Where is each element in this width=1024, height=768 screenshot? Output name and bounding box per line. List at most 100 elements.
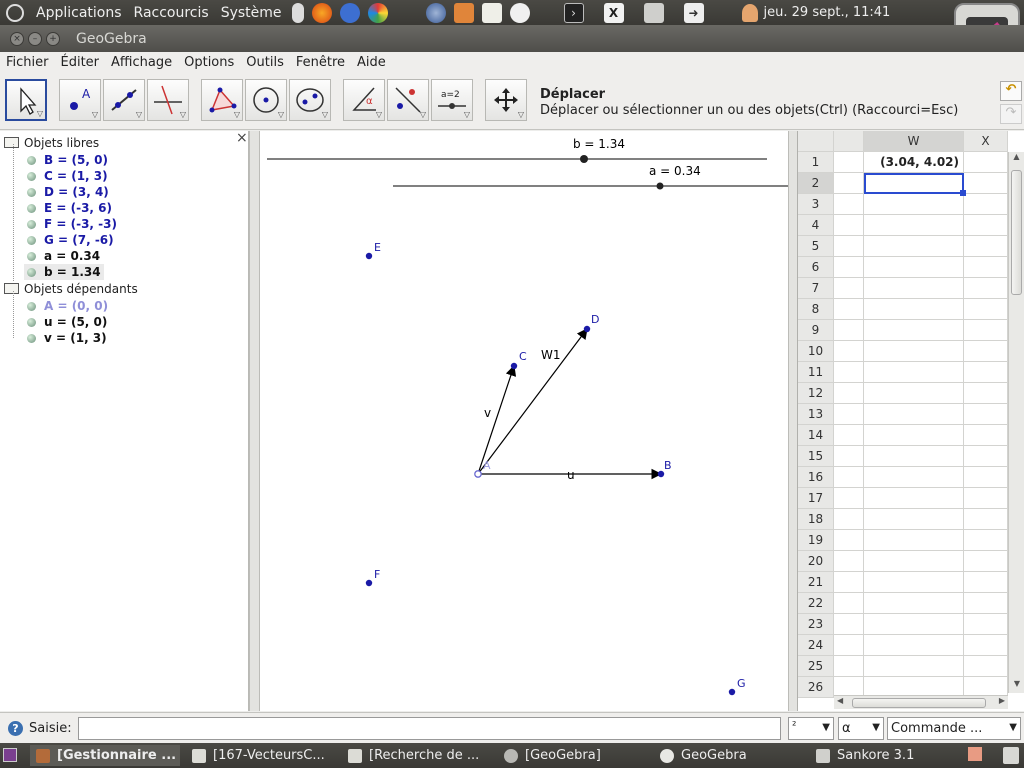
row-header[interactable]: 19 [798,530,834,551]
table-cell[interactable] [864,572,964,593]
table-cell[interactable] [964,404,1008,425]
table-cell[interactable] [964,236,1008,257]
visibility-icon[interactable] [27,220,36,229]
row-header[interactable]: 6 [798,257,834,278]
menu-raccourcis[interactable]: Raccourcis [128,5,215,21]
table-cell[interactable] [964,215,1008,236]
pinwheel-icon[interactable] [367,2,388,23]
tool-polygon[interactable]: ▽ [201,79,243,121]
column-header-v[interactable] [834,131,864,152]
table-cell[interactable] [864,278,964,299]
menu-systeme[interactable]: Système [215,5,288,21]
table-cell[interactable] [834,383,864,404]
table-cell[interactable] [834,509,864,530]
table-cell[interactable] [834,152,864,173]
menu-outils[interactable]: Outils [240,55,290,70]
table-cell[interactable] [834,173,864,194]
table-cell[interactable] [964,257,1008,278]
table-cell[interactable] [834,593,864,614]
table-cell[interactable] [864,488,964,509]
table-cell[interactable] [864,257,964,278]
minimize-window-icon[interactable]: – [28,31,42,46]
table-cell[interactable] [834,614,864,635]
firefox-icon[interactable] [311,2,332,23]
table-cell[interactable] [864,194,964,215]
table-cell[interactable] [834,257,864,278]
greek-select[interactable]: α ▼ [838,717,884,740]
table-cell[interactable] [964,614,1008,635]
table-cell[interactable] [834,530,864,551]
table-cell[interactable] [834,467,864,488]
tool-circle[interactable]: ▽ [245,79,287,121]
close-algebra-icon[interactable]: × [236,130,248,146]
ubuntu-logo-icon[interactable] [6,3,24,22]
command-select[interactable]: Commande ... ▼ [887,717,1021,740]
tool-move[interactable]: ▽ [5,79,47,121]
visibility-icon[interactable] [27,204,36,213]
close-window-icon[interactable]: × [10,31,24,46]
table-cell[interactable] [864,593,964,614]
algebra-item-F[interactable]: F = (-3, -3) [27,217,117,231]
table-cell[interactable] [834,551,864,572]
slider-b-handle[interactable] [580,155,588,163]
folder-free-objects[interactable]: Objets libres [4,136,99,150]
point-C[interactable] [510,362,518,370]
vertical-scrollbar[interactable]: ▲ ▼ [1008,152,1024,693]
visibility-icon[interactable] [27,236,36,245]
row-header[interactable]: 18 [798,509,834,530]
table-cell[interactable] [964,488,1008,509]
table-cell[interactable] [834,320,864,341]
menu-fenetre[interactable]: Fenêtre [290,55,351,70]
visibility-icon[interactable] [27,302,36,311]
scroll-left-icon[interactable]: ◀ [837,696,843,705]
row-header[interactable]: 5 [798,236,834,257]
table-cell[interactable] [964,173,1008,194]
table-cell[interactable] [964,425,1008,446]
algebra-item-G[interactable]: G = (7, -6) [27,233,114,247]
row-header[interactable]: 10 [798,341,834,362]
row-header[interactable]: 7 [798,278,834,299]
menu-aide[interactable]: Aide [351,55,392,70]
table-cell[interactable] [964,194,1008,215]
mouse-icon[interactable] [291,2,304,23]
task-vecteurs[interactable]: [167-VecteursC... [186,745,336,766]
row-header[interactable]: 14 [798,425,834,446]
send-icon[interactable]: ➜ [683,2,704,23]
table-cell[interactable] [834,635,864,656]
algebra-item-u[interactable]: u = (5, 0) [27,315,107,329]
menu-affichage[interactable]: Affichage [105,55,178,70]
menu-fichier[interactable]: Fichier [0,55,55,70]
table-cell[interactable] [864,509,964,530]
visibility-icon[interactable] [27,318,36,327]
vertical-scroll-thumb[interactable] [1011,170,1022,295]
row-header[interactable]: 20 [798,551,834,572]
table-cell[interactable] [964,446,1008,467]
redo-button[interactable]: ↷ [1000,104,1022,124]
cell-W1[interactable]: (3.04, 4.02) [864,152,964,173]
point-E[interactable] [365,252,373,260]
point-G[interactable] [728,688,736,696]
menu-editer[interactable]: Éditer [55,55,106,70]
maximize-window-icon[interactable]: + [46,31,60,46]
row-header[interactable]: 13 [798,404,834,425]
row-header[interactable]: 22 [798,593,834,614]
table-cell[interactable] [964,530,1008,551]
tool-perpendicular[interactable]: ▽ [147,79,189,121]
algebra-item-B[interactable]: B = (5, 0) [27,153,108,167]
table-cell[interactable] [864,467,964,488]
task-geogebra[interactable]: GeoGebra [654,745,804,766]
help-icon[interactable]: ? [8,721,23,736]
table-cell[interactable] [964,278,1008,299]
table-cell[interactable] [864,425,964,446]
visibility-icon[interactable] [27,268,36,277]
visibility-icon[interactable] [27,156,36,165]
folder-dependent-objects[interactable]: Objets dépendants [4,282,138,296]
row-header[interactable]: 26 [798,677,834,698]
table-cell[interactable] [964,656,1008,677]
tool-move-view[interactable]: ▽ [485,79,527,121]
menu-applications[interactable]: Applications [30,5,128,21]
vector-v[interactable] [477,364,517,475]
horizontal-scrollbar[interactable]: ◀ ▶ [834,695,1008,709]
task-gestionnaire[interactable]: [Gestionnaire ... [30,745,180,766]
table-cell[interactable] [834,446,864,467]
